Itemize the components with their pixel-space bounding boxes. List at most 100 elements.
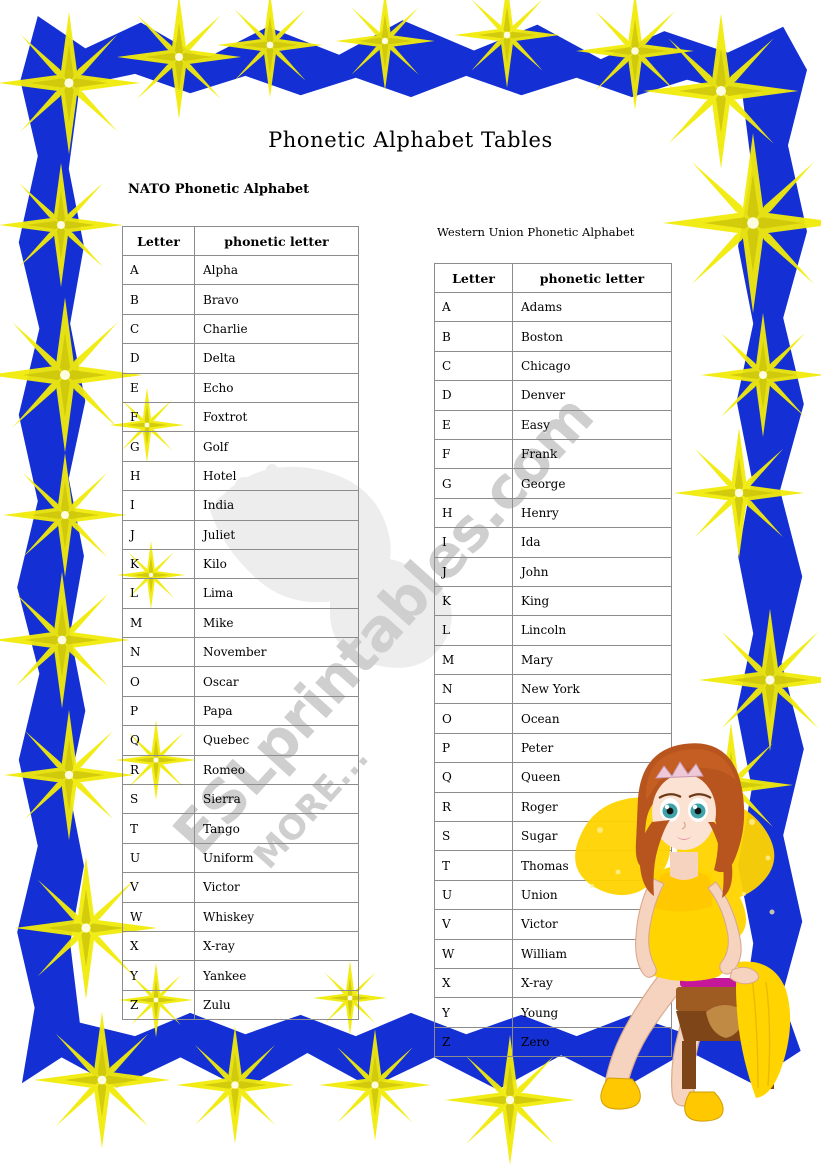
table-row: Z Zero bbox=[434, 1026, 672, 1058]
cell-letter: L bbox=[122, 578, 195, 609]
table-row: E Easy bbox=[434, 409, 672, 440]
cell-phonetic-word: Denver bbox=[512, 380, 672, 411]
worksheet-page: ESLprintables.com MORE... Phonetic Alpha… bbox=[0, 0, 821, 1169]
cell-phonetic-word: Romeo bbox=[194, 754, 359, 786]
cell-phonetic-word: Lincoln bbox=[512, 615, 672, 646]
table-row: O Ocean bbox=[434, 703, 672, 734]
cell-letter: Q bbox=[122, 725, 195, 756]
table-header-row: Letter phonetic letter bbox=[122, 226, 359, 256]
western-union-section-heading: Western Union Phonetic Alphabet bbox=[437, 225, 635, 239]
table-row: C Charlie bbox=[122, 313, 359, 345]
table-row: T Thomas bbox=[434, 850, 672, 881]
cell-phonetic-word: Echo bbox=[194, 372, 359, 403]
cell-phonetic-word: New York bbox=[512, 674, 672, 705]
cell-phonetic-word: X-ray bbox=[194, 930, 359, 962]
table-row: S Sierra bbox=[122, 784, 359, 815]
cell-letter: V bbox=[122, 872, 195, 903]
cell-letter: B bbox=[122, 284, 195, 315]
cell-phonetic-word: Union bbox=[512, 879, 672, 911]
table-row: B Bravo bbox=[122, 284, 359, 315]
cell-phonetic-word: Quebec bbox=[194, 725, 359, 756]
cell-phonetic-word: Bravo bbox=[194, 284, 359, 315]
cell-phonetic-word: Sugar bbox=[512, 821, 672, 852]
table-row: L Lima bbox=[122, 578, 359, 609]
cell-phonetic-word: Victor bbox=[512, 909, 672, 940]
cell-phonetic-word: Henry bbox=[512, 497, 672, 529]
cell-letter: L bbox=[434, 615, 513, 646]
table-row: M Mary bbox=[434, 644, 672, 676]
cell-phonetic-word: William bbox=[512, 938, 672, 969]
table-row: B Boston bbox=[434, 321, 672, 352]
table-row: O Oscar bbox=[122, 666, 359, 697]
cell-phonetic-word: Chicago bbox=[512, 350, 672, 382]
cell-letter: K bbox=[434, 585, 513, 617]
cell-letter: A bbox=[434, 291, 513, 323]
cell-letter: T bbox=[122, 813, 195, 844]
cell-letter: O bbox=[122, 666, 195, 697]
cell-phonetic-word: India bbox=[194, 490, 359, 521]
cell-letter: N bbox=[434, 674, 513, 705]
table-row: K King bbox=[434, 585, 672, 617]
table-row: G Golf bbox=[122, 431, 359, 462]
cell-letter: R bbox=[122, 754, 195, 786]
cell-letter: B bbox=[434, 321, 513, 352]
cell-phonetic-word: King bbox=[512, 585, 672, 617]
cell-letter: M bbox=[434, 644, 513, 676]
cell-phonetic-word: Boston bbox=[512, 321, 672, 352]
cell-phonetic-word: Delta bbox=[194, 343, 359, 374]
cell-phonetic-word: Kilo bbox=[194, 548, 359, 580]
cell-letter: Y bbox=[434, 997, 513, 1028]
table-row: I Ida bbox=[434, 527, 672, 558]
cell-letter: F bbox=[434, 438, 513, 470]
cell-letter: H bbox=[434, 497, 513, 529]
table-row: T Tango bbox=[122, 813, 359, 844]
western-union-table-body: A Adams B Boston C Chicago D Denver E Easy F Frank G… bbox=[434, 291, 672, 1058]
cell-letter: M bbox=[122, 607, 195, 639]
table-row: X X-ray bbox=[434, 967, 672, 999]
cell-phonetic-word: Frank bbox=[512, 438, 672, 470]
cell-letter: W bbox=[122, 901, 195, 932]
table-row: V Victor bbox=[434, 909, 672, 940]
table-row: W William bbox=[434, 938, 672, 969]
western-union-phonetic-table: Letter phonetic letter A Adams B Boston C Chi… bbox=[434, 263, 672, 1058]
cell-phonetic-word: Ida bbox=[512, 527, 672, 558]
table-row: G George bbox=[434, 468, 672, 499]
table-row: R Roger bbox=[434, 791, 672, 823]
cell-letter: U bbox=[122, 842, 195, 874]
cell-phonetic-word: Yankee bbox=[194, 960, 359, 991]
table-row: F Foxtrot bbox=[122, 401, 359, 433]
cell-phonetic-word: Zero bbox=[512, 1026, 672, 1058]
table-row: A Adams bbox=[434, 291, 672, 323]
cell-letter: X bbox=[122, 930, 195, 962]
cell-phonetic-word: Roger bbox=[512, 791, 672, 823]
cell-letter: K bbox=[122, 548, 195, 580]
table-row: Q Queen bbox=[434, 762, 672, 793]
table-row: N New York bbox=[434, 674, 672, 705]
cell-phonetic-word: Victor bbox=[194, 872, 359, 903]
nato-section-heading: NATO Phonetic Alphabet bbox=[128, 182, 310, 197]
cell-phonetic-word: George bbox=[512, 468, 672, 499]
cell-letter: Z bbox=[434, 1026, 513, 1058]
nato-phonetic-table: Letter phonetic letter A Alpha B Bravo C Char… bbox=[122, 226, 359, 1021]
cell-letter: E bbox=[122, 372, 195, 403]
cell-phonetic-word: November bbox=[194, 637, 359, 668]
table-row: Z Zulu bbox=[122, 989, 359, 1021]
cell-letter: G bbox=[122, 431, 195, 462]
cell-letter: D bbox=[122, 343, 195, 374]
cell-letter: F bbox=[122, 401, 195, 433]
cell-phonetic-word: Papa bbox=[194, 695, 359, 727]
cell-phonetic-word: Foxtrot bbox=[194, 401, 359, 433]
cell-letter: T bbox=[434, 850, 513, 881]
cell-phonetic-word: Alpha bbox=[194, 254, 359, 286]
cell-letter: I bbox=[122, 490, 195, 521]
table-header-row: Letter phonetic letter bbox=[434, 263, 672, 293]
cell-phonetic-word: Juliet bbox=[194, 519, 359, 550]
cell-letter: V bbox=[434, 909, 513, 940]
table-row: H Hotel bbox=[122, 460, 359, 492]
cell-phonetic-word: Uniform bbox=[194, 842, 359, 874]
cell-letter: Y bbox=[122, 960, 195, 991]
cell-letter: J bbox=[434, 556, 513, 587]
cell-phonetic-word: Mary bbox=[512, 644, 672, 676]
cell-letter: I bbox=[434, 527, 513, 558]
cell-phonetic-word: Oscar bbox=[194, 666, 359, 697]
